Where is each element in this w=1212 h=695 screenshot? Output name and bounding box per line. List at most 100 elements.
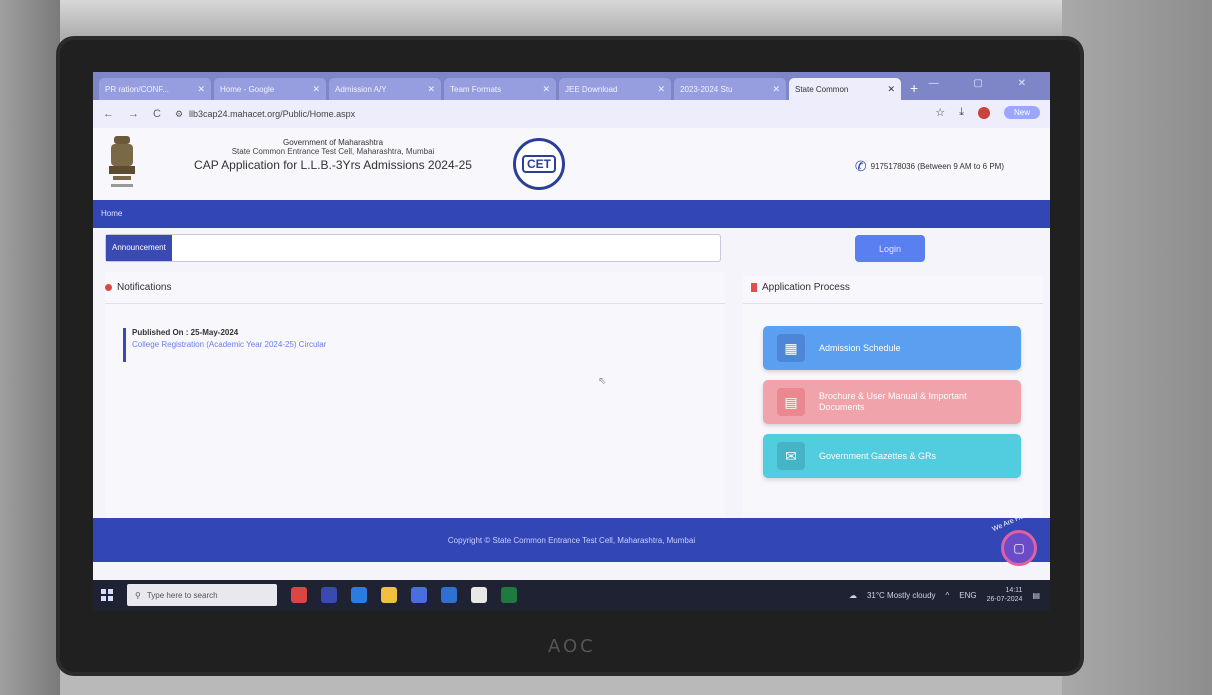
back-icon[interactable]: ← xyxy=(103,108,114,120)
document-icon: ▤ xyxy=(777,388,805,416)
background-wall xyxy=(0,0,1212,40)
tab-label: JEE Download xyxy=(565,84,618,94)
envelope-icon: ✉ xyxy=(777,442,805,470)
clock-date: 26-07-2024 xyxy=(986,596,1023,603)
footer: Copyright © State Common Entrance Test C… xyxy=(93,518,1050,562)
bookmark-star-icon[interactable]: ☆ xyxy=(935,106,945,119)
file-explorer-icon[interactable] xyxy=(381,587,397,603)
tab-active[interactable]: State Common ✕ xyxy=(789,78,901,100)
cell-label: State Common Entrance Test Cell, Maharas… xyxy=(231,147,435,156)
card-label: Admission Schedule xyxy=(819,343,901,353)
header-text: Government of Maharashtra State Common E… xyxy=(183,138,483,172)
tab-bar: PR ration/CONF... ✕ Home - Google ✕ Admiss… xyxy=(93,72,1050,100)
taskbar: ⚲ Type here to search ☁ 31°C Mostly clou… xyxy=(93,580,1050,610)
notification-item: Published On : 25-May-2024 College Regis… xyxy=(123,328,326,362)
tab-3[interactable]: Admission A/Y ✕ xyxy=(329,78,441,100)
notifications-header: Notifications xyxy=(105,282,725,293)
tab-label: State Common xyxy=(795,84,849,94)
notification-center-icon[interactable]: ▤ xyxy=(1032,591,1040,600)
profile-button[interactable]: New xyxy=(1003,106,1040,119)
national-emblem-icon xyxy=(109,136,135,187)
notification-link[interactable]: College Registration (Academic Year 2024… xyxy=(132,340,326,349)
phone-icon: ✆ xyxy=(854,158,867,174)
search-placeholder: Type here to search xyxy=(146,590,218,600)
government-label: Government of Maharashtra xyxy=(282,138,384,147)
background-left xyxy=(0,0,60,695)
language-indicator[interactable]: ENG xyxy=(959,591,976,600)
reload-icon[interactable]: C xyxy=(153,108,161,120)
divider xyxy=(105,303,725,304)
tab-label: PR ration/CONF... xyxy=(105,84,170,94)
publish-date: Published On : 25-May-2024 xyxy=(132,328,239,337)
cet-logo-text: CET xyxy=(522,155,556,173)
notifications-title: Notifications xyxy=(117,282,172,293)
forward-icon[interactable]: → xyxy=(128,108,139,120)
site-header: Government of Maharashtra State Common E… xyxy=(93,128,1050,200)
announcement-label: Announcement xyxy=(106,235,172,261)
card-label: Government Gazettes & GRs xyxy=(819,451,937,461)
copyright-text: Copyright © State Common Entrance Test C… xyxy=(447,535,696,545)
calendar-icon: ▦ xyxy=(777,334,805,362)
helpline: ✆ 9175178036 (Between 9 AM to 6 PM) xyxy=(855,158,1004,175)
close-icon[interactable]: ✕ xyxy=(772,84,780,95)
chat-button[interactable]: ▢ xyxy=(1001,530,1037,566)
excel-icon[interactable] xyxy=(501,587,517,603)
address-bar: ← → C ⚙ llb3cap24.mahacet.org/Public/Hom… xyxy=(93,100,1050,128)
new-tab-button[interactable]: + xyxy=(910,80,918,96)
chrome-icon[interactable] xyxy=(471,587,487,603)
divider xyxy=(743,303,1043,304)
screen: PR ration/CONF... ✕ Home - Google ✕ Admiss… xyxy=(93,72,1050,610)
site-info-icon[interactable]: ⚙ xyxy=(175,109,183,120)
brochure-card[interactable]: ▤ Brochure & User Manual & Important Doc… xyxy=(763,380,1021,424)
avatar[interactable] xyxy=(977,106,990,119)
tab-5[interactable]: JEE Download ✕ xyxy=(559,78,671,100)
windows-start-icon[interactable] xyxy=(101,589,113,601)
close-icon[interactable]: ✕ xyxy=(427,84,435,95)
login-button[interactable]: Login xyxy=(855,235,925,262)
search-icon: ⚲ xyxy=(135,590,141,600)
toolbar-right: ☆ ⤓ New xyxy=(935,106,1040,119)
tab-2[interactable]: Home - Google ✕ xyxy=(214,78,326,100)
url-field[interactable]: llb3cap24.mahacet.org/Public/Home.aspx xyxy=(189,109,355,119)
page-title: CAP Application for L.L.B.-3Yrs Admissio… xyxy=(194,158,472,172)
close-icon[interactable]: ✕ xyxy=(887,84,895,95)
application-process-title: Application Process xyxy=(762,282,850,293)
close-icon[interactable]: ✕ xyxy=(657,84,665,95)
taskbar-apps xyxy=(291,587,517,603)
app-icon[interactable] xyxy=(291,587,307,603)
clock-time: 14:11 xyxy=(1005,587,1023,594)
close-icon[interactable]: ✕ xyxy=(542,84,550,95)
tab-4[interactable]: Team Formats ✕ xyxy=(444,78,556,100)
background-right xyxy=(1062,0,1212,695)
store-icon[interactable] xyxy=(411,587,427,603)
clock[interactable]: 14:11 26-07-2024 xyxy=(987,586,1023,604)
window-controls[interactable]: — ▢ ✕ xyxy=(929,78,1042,89)
tab-label: 2023-2024 Stu xyxy=(680,84,733,94)
tab-6[interactable]: 2023-2024 Stu ✕ xyxy=(674,78,786,100)
mouse-cursor-icon: ⇖ xyxy=(598,376,607,387)
application-process-panel: Application Process ▦ Admission Schedule… xyxy=(743,276,1043,516)
weather-icon: ☁ xyxy=(848,590,857,600)
application-process-header: Application Process xyxy=(751,282,1043,293)
close-icon[interactable]: ✕ xyxy=(312,84,320,95)
monitor-brand: AOC xyxy=(548,636,596,657)
cet-logo: CET xyxy=(513,138,565,190)
close-icon[interactable]: ✕ xyxy=(197,84,205,95)
download-icon[interactable]: ⤓ xyxy=(959,106,964,119)
mail-icon[interactable] xyxy=(441,587,457,603)
menu-bar: Home xyxy=(93,200,1050,228)
gazettes-card[interactable]: ✉ Government Gazettes & GRs xyxy=(763,434,1021,478)
admission-schedule-card[interactable]: ▦ Admission Schedule xyxy=(763,326,1021,370)
menu-home[interactable]: Home xyxy=(101,209,122,218)
weather-text[interactable]: 31°C Mostly cloudy xyxy=(867,591,936,600)
tab-1[interactable]: PR ration/CONF... ✕ xyxy=(99,78,211,100)
card-label: Brochure & User Manual & Important Docum… xyxy=(819,391,967,412)
taskbar-search[interactable]: ⚲ Type here to search xyxy=(127,584,277,606)
bookmark-icon xyxy=(751,283,757,292)
edge-icon[interactable] xyxy=(351,587,367,603)
tab-label: Admission A/Y xyxy=(335,84,387,94)
task-view-icon[interactable] xyxy=(321,587,337,603)
tray-chevron-icon[interactable]: ^ xyxy=(946,591,950,600)
notifications-panel: Notifications Published On : 25-May-2024… xyxy=(105,272,725,518)
announcement-bar: Announcement xyxy=(105,234,721,262)
